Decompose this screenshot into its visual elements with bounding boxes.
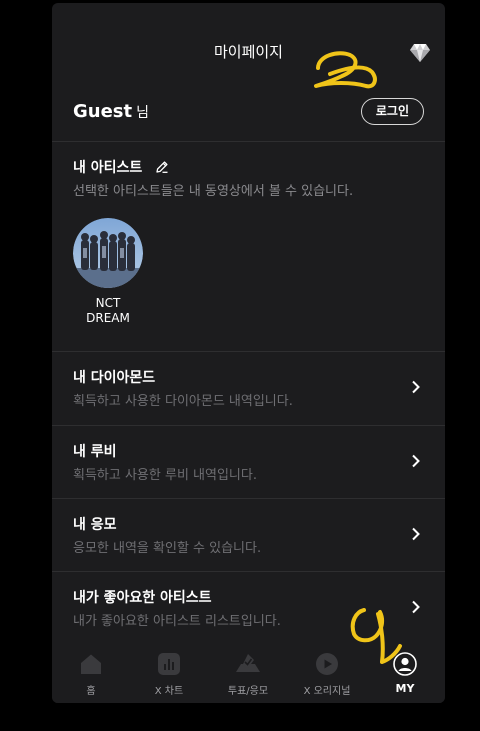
my-artists-section: 내 아티스트 선택한 아티스트들은 내 동영상에서 볼 수 있습니다. NCT … bbox=[52, 143, 445, 353]
guest-name-text: Guest bbox=[73, 101, 133, 122]
my-artists-title: 내 아티스트 bbox=[73, 157, 169, 177]
guest-suffix: 님 bbox=[136, 105, 150, 121]
profile-icon bbox=[393, 652, 417, 676]
divider bbox=[52, 141, 445, 142]
menu-item-diamond[interactable]: 내 다이아몬드 획득하고 사용한 다이아몬드 내역입니다. bbox=[52, 352, 445, 425]
chevron-right-icon bbox=[412, 454, 420, 468]
my-artists-title-text: 내 아티스트 bbox=[73, 160, 143, 176]
header: 마이페이지 bbox=[52, 3, 445, 98]
menu-desc: 내가 좋아요한 아티스트 리스트입니다. bbox=[73, 614, 281, 629]
artist-card[interactable]: NCT DREAM bbox=[73, 218, 143, 326]
tab-label: 홈 bbox=[86, 686, 96, 697]
menu-desc: 획득하고 사용한 루비 내역입니다. bbox=[73, 468, 257, 483]
chevron-right-icon bbox=[412, 527, 420, 541]
tab-label: MY bbox=[395, 682, 415, 695]
page-title: 마이페이지 bbox=[213, 43, 283, 61]
tab-vote[interactable]: 투표/응모 bbox=[209, 643, 287, 703]
pencil-icon[interactable] bbox=[155, 160, 169, 174]
menu-item-liked-artists[interactable]: 내가 좋아요한 아티스트 내가 좋아요한 아티스트 리스트입니다. bbox=[52, 572, 445, 645]
menu-desc: 획득하고 사용한 다이아몬드 내역입니다. bbox=[73, 394, 293, 409]
menu-title: 내 루비 bbox=[73, 444, 117, 460]
menu-title: 내 다이아몬드 bbox=[73, 370, 156, 386]
menu-item-ruby[interactable]: 내 루비 획득하고 사용한 루비 내역입니다. bbox=[52, 426, 445, 499]
menu-item-entries[interactable]: 내 응모 응모한 내역을 확인할 수 있습니다. bbox=[52, 499, 445, 572]
tab-label: X 오리지널 bbox=[303, 686, 351, 697]
login-button[interactable]: 로그인 bbox=[360, 98, 424, 125]
tab-x-original[interactable]: X 오리지널 bbox=[288, 643, 366, 703]
menu-title: 내 응모 bbox=[73, 517, 117, 533]
menu-title: 내가 좋아요한 아티스트 bbox=[73, 590, 212, 606]
artist-name: NCT DREAM bbox=[73, 296, 143, 326]
artist-avatar[interactable] bbox=[73, 218, 143, 288]
tab-x-chart[interactable]: X 차트 bbox=[130, 643, 208, 703]
my-artists-desc: 선택한 아티스트들은 내 동영상에서 볼 수 있습니다. bbox=[73, 184, 354, 199]
app-screen: 마이페이지 Guest 님 로그인 내 아티스트 선택한 아티스트들은 내 동영상… bbox=[52, 3, 445, 703]
tab-label: 투표/응모 bbox=[227, 686, 269, 697]
vote-icon bbox=[236, 654, 260, 672]
tab-label: X 차트 bbox=[154, 686, 184, 697]
menu-desc: 응모한 내역을 확인할 수 있습니다. bbox=[73, 541, 262, 556]
profile-row: Guest 님 로그인 bbox=[52, 98, 445, 142]
artist-name-line1: NCT bbox=[95, 296, 121, 310]
chevron-right-icon bbox=[412, 380, 420, 394]
artist-name-line2: DREAM bbox=[86, 311, 130, 325]
tab-home[interactable]: 홈 bbox=[52, 643, 130, 703]
chart-icon bbox=[158, 653, 180, 675]
play-icon bbox=[316, 653, 338, 675]
diamond-icon[interactable] bbox=[409, 43, 431, 63]
chevron-right-icon bbox=[412, 600, 420, 614]
tab-my[interactable]: MY bbox=[366, 643, 444, 703]
bottom-tab-bar: 홈 X 차트 투표/응모 X 오리지널 MY bbox=[52, 643, 445, 703]
home-icon bbox=[81, 654, 101, 674]
guest-name: Guest 님 bbox=[73, 101, 149, 122]
